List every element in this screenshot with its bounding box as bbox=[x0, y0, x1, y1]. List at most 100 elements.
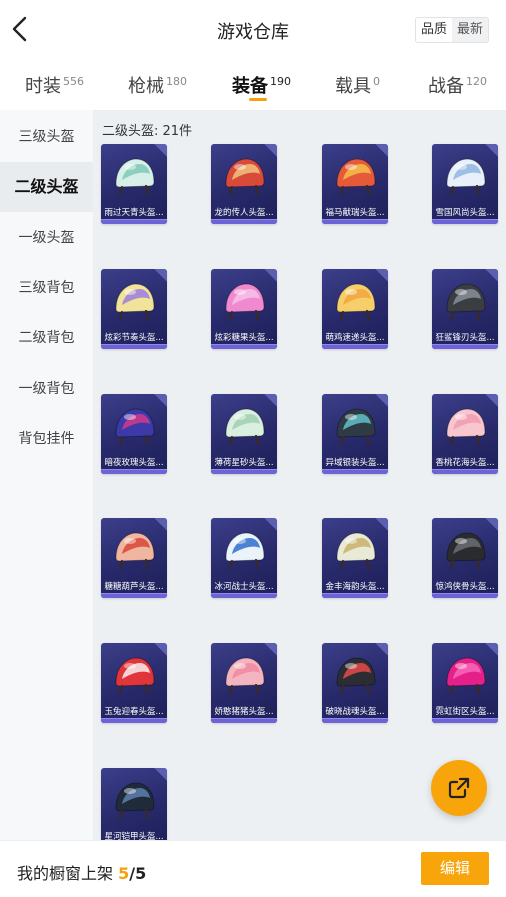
helmet-item-name: 惊鸿侠骨头盔... bbox=[435, 582, 495, 592]
showcase-total-count: /5 bbox=[129, 864, 147, 883]
helmet-item-name: 暗夜玫瑰头盔... bbox=[104, 458, 164, 468]
helmet-icon bbox=[446, 532, 486, 570]
sort-option-quality[interactable]: 品质 bbox=[415, 18, 452, 42]
helmet-icon bbox=[446, 657, 486, 695]
tab-count: 190 bbox=[270, 75, 291, 88]
helmet-item-card[interactable]: 龙的传人头盔... bbox=[211, 144, 277, 224]
helmet-item-name: 炫彩糖果头盔... bbox=[214, 333, 274, 343]
helmet-item-name: 冰河战士头盔... bbox=[214, 582, 274, 592]
sort-toggle[interactable]: 品质 最新 bbox=[414, 17, 489, 43]
card-quality-bar bbox=[101, 219, 167, 224]
card-quality-bar bbox=[101, 593, 167, 598]
card-quality-bar bbox=[432, 718, 498, 723]
helmet-item-card[interactable]: 惊鸿侠骨头盔... bbox=[432, 518, 498, 598]
helmet-item-name: 狂鲨锋刃头盔... bbox=[435, 333, 495, 343]
helmet-icon bbox=[115, 408, 155, 446]
tab-equipment[interactable]: 装备 190 bbox=[232, 72, 291, 98]
helmet-item-name: 龙的传人头盔... bbox=[214, 208, 274, 218]
card-quality-bar bbox=[101, 344, 167, 349]
helmet-icon bbox=[115, 158, 155, 196]
showcase-label: 我的橱窗上架 5/5 bbox=[17, 860, 146, 884]
card-quality-bar bbox=[211, 718, 277, 723]
helmet-item-name: 星河铠甲头盔... bbox=[104, 832, 164, 840]
helmet-item-card[interactable]: 破晓战魂头盔... bbox=[322, 643, 388, 723]
tab-supplies[interactable]: 战备 120 bbox=[428, 72, 487, 98]
card-quality-bar bbox=[211, 344, 277, 349]
item-grid: 二级头盔: 21件 雨过天青头盔... 龙的传人头盔... 福马献瑞头盔... 雪国风… bbox=[93, 110, 506, 840]
card-quality-bar bbox=[322, 718, 388, 723]
helmet-item-card[interactable]: 暗夜玫瑰头盔... bbox=[101, 394, 167, 474]
item-count-label: 二级头盔: 21件 bbox=[102, 124, 193, 139]
tab-label: 时装 bbox=[25, 76, 61, 97]
helmet-item-card[interactable]: 炫彩糖果头盔... bbox=[211, 269, 277, 349]
sidebar-item-level2-backpack[interactable]: 二级背包 bbox=[0, 313, 93, 363]
top-bar: 游戏仓库 品质 最新 bbox=[0, 0, 506, 60]
helmet-item-card[interactable]: 香桃花海头盔... bbox=[432, 394, 498, 474]
tab-fashion[interactable]: 时装 556 bbox=[25, 72, 84, 98]
helmet-item-card[interactable]: 狂鲨锋刃头盔... bbox=[432, 269, 498, 349]
sidebar-item-level3-helmet[interactable]: 三级头盔 bbox=[0, 112, 93, 162]
share-icon bbox=[448, 777, 470, 799]
edit-button[interactable]: 编辑 bbox=[421, 852, 489, 885]
card-quality-bar bbox=[211, 469, 277, 474]
helmet-icon bbox=[336, 532, 376, 570]
sidebar-item-level1-backpack[interactable]: 一级背包 bbox=[0, 364, 93, 414]
card-quality-bar bbox=[432, 219, 498, 224]
tab-weapons[interactable]: 枪械 180 bbox=[128, 72, 187, 98]
sidebar-item-level3-backpack[interactable]: 三级背包 bbox=[0, 263, 93, 313]
helmet-item-card[interactable]: 薄荷星砂头盔... bbox=[211, 394, 277, 474]
sidebar: 三级头盔 二级头盔 一级头盔 三级背包 二级背包 一级背包 背包挂件 bbox=[0, 110, 93, 840]
helmet-icon bbox=[225, 158, 265, 196]
tab-count: 180 bbox=[166, 75, 187, 88]
helmet-icon bbox=[225, 408, 265, 446]
helmet-item-card[interactable]: 糖糖葫芦头盔... bbox=[101, 518, 167, 598]
card-quality-bar bbox=[322, 344, 388, 349]
showcase-current-count: 5 bbox=[118, 864, 130, 883]
sidebar-item-backpack-pendant[interactable]: 背包挂件 bbox=[0, 414, 93, 464]
card-quality-bar bbox=[101, 718, 167, 723]
helmet-item-name: 异域银装头盔... bbox=[325, 458, 385, 468]
tab-vehicles[interactable]: 载具 0 bbox=[335, 72, 380, 98]
sidebar-item-level2-helmet[interactable]: 二级头盔 bbox=[0, 162, 93, 212]
share-button[interactable] bbox=[431, 760, 487, 816]
helmet-item-card[interactable]: 玉兔迎春头盔... bbox=[101, 643, 167, 723]
helmet-item-card[interactable]: 雪国风尚头盔... bbox=[432, 144, 498, 224]
card-quality-bar bbox=[211, 219, 277, 224]
tab-label: 战备 bbox=[428, 76, 464, 97]
card-quality-bar bbox=[322, 593, 388, 598]
helmet-item-card[interactable]: 异域银装头盔... bbox=[322, 394, 388, 474]
helmet-icon bbox=[336, 408, 376, 446]
helmet-icon bbox=[225, 657, 265, 695]
helmet-item-card[interactable]: 冰河战士头盔... bbox=[211, 518, 277, 598]
helmet-item-name: 金丰海韵头盔... bbox=[325, 582, 385, 592]
helmet-icon bbox=[446, 158, 486, 196]
card-quality-bar bbox=[432, 469, 498, 474]
card-quality-bar bbox=[211, 593, 277, 598]
card-quality-bar bbox=[322, 219, 388, 224]
tab-count: 556 bbox=[63, 75, 84, 88]
helmet-icon bbox=[336, 158, 376, 196]
helmet-item-name: 雨过天青头盔... bbox=[104, 208, 164, 218]
card-quality-bar bbox=[432, 344, 498, 349]
category-tabs: 时装 556 枪械 180 装备 190 载具 0 战备 120 bbox=[0, 60, 506, 110]
helmet-item-card[interactable]: 星河铠甲头盔... bbox=[101, 768, 167, 840]
card-quality-bar bbox=[432, 593, 498, 598]
helmet-item-card[interactable]: 萌鸡速递头盔... bbox=[322, 269, 388, 349]
showcase-footer: 我的橱窗上架 5/5 编辑 bbox=[0, 840, 506, 897]
helmet-item-card[interactable]: 霓虹街区头盔... bbox=[432, 643, 498, 723]
helmet-icon bbox=[115, 782, 155, 820]
helmet-item-name: 霓虹街区头盔... bbox=[435, 707, 495, 717]
sidebar-item-level1-helmet[interactable]: 一级头盔 bbox=[0, 213, 93, 263]
helmet-item-card[interactable]: 金丰海韵头盔... bbox=[322, 518, 388, 598]
helmet-item-card[interactable]: 雨过天青头盔... bbox=[101, 144, 167, 224]
helmet-item-name: 娇憨猪猪头盔... bbox=[214, 707, 274, 717]
helmet-icon bbox=[446, 283, 486, 321]
helmet-item-card[interactable]: 福马献瑞头盔... bbox=[322, 144, 388, 224]
helmet-item-card[interactable]: 炫彩节奏头盔... bbox=[101, 269, 167, 349]
helmet-item-card[interactable]: 娇憨猪猪头盔... bbox=[211, 643, 277, 723]
helmet-icon bbox=[446, 408, 486, 446]
helmet-item-name: 福马献瑞头盔... bbox=[325, 208, 385, 218]
tab-label: 枪械 bbox=[128, 76, 164, 97]
sort-option-newest[interactable]: 最新 bbox=[451, 18, 488, 42]
tab-label: 装备 bbox=[232, 76, 268, 97]
